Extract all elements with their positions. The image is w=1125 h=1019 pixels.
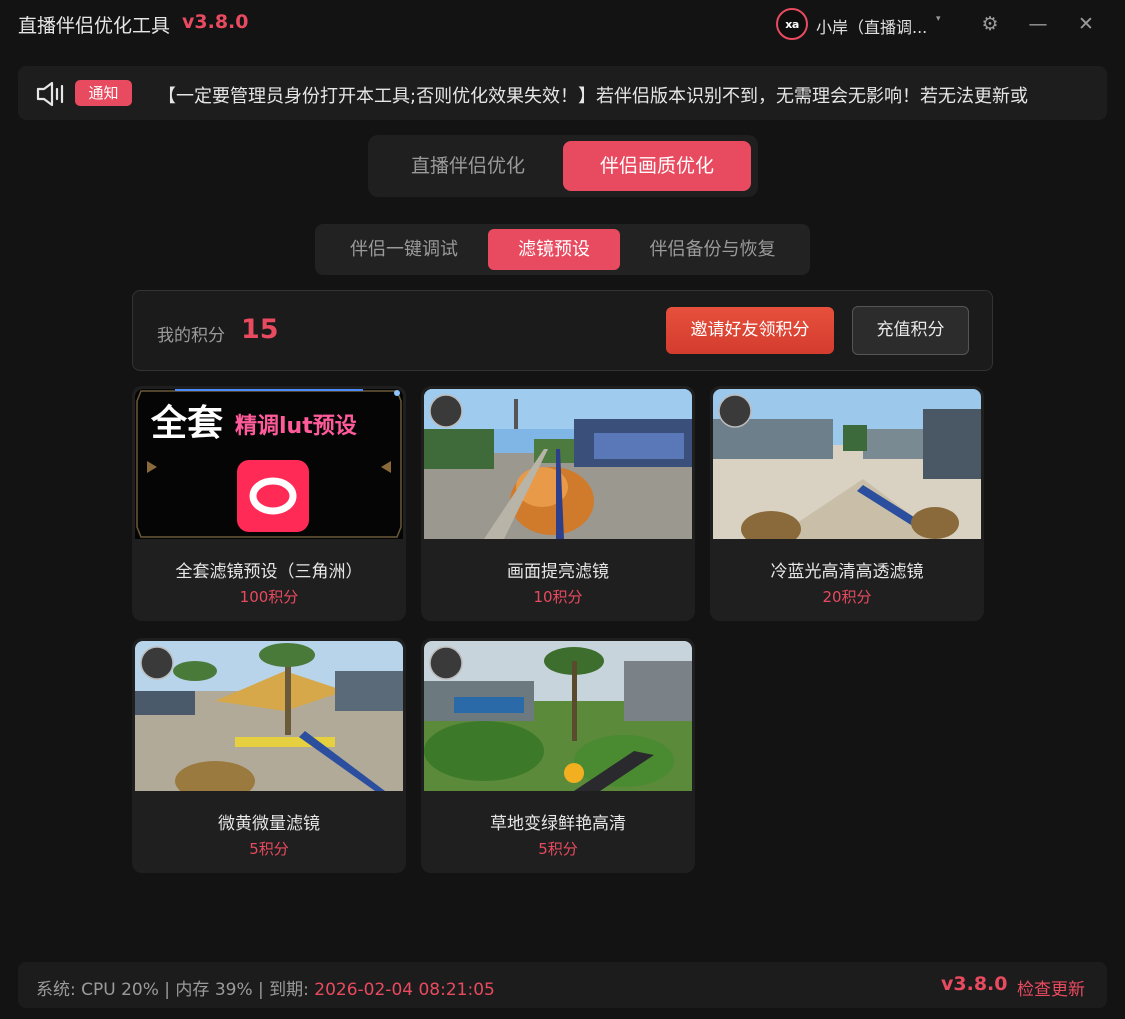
app-version: v3.8.0: [182, 11, 249, 33]
notice-text: 【一定要管理员身份打开本工具;否则优化效果失效！】若伴侣版本识别不到，无需理会无…: [158, 86, 1029, 106]
status-footer: 系统: CPU 20% | 内存 39% | 到期: 2026-02-04 08…: [18, 962, 1107, 1008]
gear-icon[interactable]: ⚙: [975, 10, 1005, 38]
filter-thumbnail: [424, 641, 692, 791]
invite-friends-button[interactable]: 邀请好友领积分: [666, 307, 834, 354]
close-icon[interactable]: ✕: [1071, 10, 1101, 38]
minimize-icon[interactable]: —: [1023, 10, 1053, 38]
chevron-down-icon[interactable]: ▾: [936, 14, 941, 24]
card-price: 5积分: [249, 840, 289, 858]
filter-thumbnail: [135, 641, 403, 791]
tab-one-click-debug[interactable]: 伴侣一键调试: [325, 229, 483, 270]
tab-companion-optimize[interactable]: 直播伴侣优化: [376, 141, 560, 191]
system-status: 系统: CPU 20% | 内存 39% | 到期: 2026-02-04 08…: [36, 975, 495, 1000]
filter-card-warm-yellow[interactable]: 微黄微量滤镜 5积分: [132, 638, 406, 873]
user-name[interactable]: 小岸（直播调...: [816, 14, 927, 38]
card-title: 全套滤镜预设（三角洲）: [175, 562, 363, 582]
filter-thumbnail: [713, 389, 981, 539]
card-price: 5积分: [538, 840, 578, 858]
app-window: 直播伴侣优化工具 v3.8.0 xa 小岸（直播调... ▾ ⚙ — ✕ 通知 …: [0, 0, 1125, 1019]
card-title: 微黄微量滤镜: [218, 814, 320, 834]
card-price: 10积分: [533, 588, 583, 606]
notice-badge: 通知: [75, 80, 132, 106]
tab-filter-presets[interactable]: 滤镜预设: [488, 229, 620, 270]
title-bar[interactable]: 直播伴侣优化工具 v3.8.0 xa 小岸（直播调... ▾ ⚙ — ✕: [0, 0, 1125, 48]
card-title: 冷蓝光高清高透滤镜: [770, 562, 924, 582]
tab-quality-optimize[interactable]: 伴侣画质优化: [563, 141, 751, 191]
points-label: 我的积分: [157, 326, 225, 346]
tab-backup-restore[interactable]: 伴侣备份与恢复: [625, 229, 800, 270]
app-title: 直播伴侣优化工具: [18, 15, 171, 37]
main-tab-switch: 直播伴侣优化 伴侣画质优化: [368, 135, 758, 197]
points-value: 15: [241, 314, 279, 345]
expiry-date: 2026-02-04 08:21:05: [314, 980, 495, 1000]
filter-card-cool-blue[interactable]: 冷蓝光高清高透滤镜 20积分: [710, 386, 984, 621]
recharge-points-button[interactable]: 充值积分: [852, 306, 969, 355]
filter-card-full-preset[interactable]: 全套 精调lut预设 全套滤镜预设（三角洲） 100积分: [132, 386, 406, 621]
speaker-icon: [36, 81, 64, 107]
check-update-link[interactable]: 检查更新: [1017, 975, 1085, 1000]
sub-tab-switch: 伴侣一键调试 滤镜预设 伴侣备份与恢复: [315, 224, 810, 275]
points-bar: 我的积分 15 邀请好友领积分 充值积分: [132, 290, 993, 371]
card-title: 草地变绿鲜艳高清: [490, 814, 626, 834]
filter-thumbnail: [424, 389, 692, 539]
filter-thumbnail: 全套 精调lut预设: [135, 389, 403, 539]
card-price: 20积分: [822, 588, 872, 606]
card-title: 画面提亮滤镜: [507, 562, 609, 582]
status-text: 系统: CPU 20% | 内存 39% | 到期:: [36, 980, 315, 1000]
filter-card-brighten[interactable]: 画面提亮滤镜 10积分: [421, 386, 695, 621]
user-avatar[interactable]: xa: [776, 8, 808, 40]
promo-title: 全套: [150, 402, 223, 444]
notice-bar: 通知 【一定要管理员身份打开本工具;否则优化效果失效！】若伴侣版本识别不到，无需…: [18, 66, 1107, 120]
footer-version: v3.8.0: [941, 973, 1008, 995]
promo-subtitle: 精调lut预设: [235, 413, 357, 439]
card-price: 100积分: [239, 588, 299, 606]
filter-card-vivid-green[interactable]: 草地变绿鲜艳高清 5积分: [421, 638, 695, 873]
